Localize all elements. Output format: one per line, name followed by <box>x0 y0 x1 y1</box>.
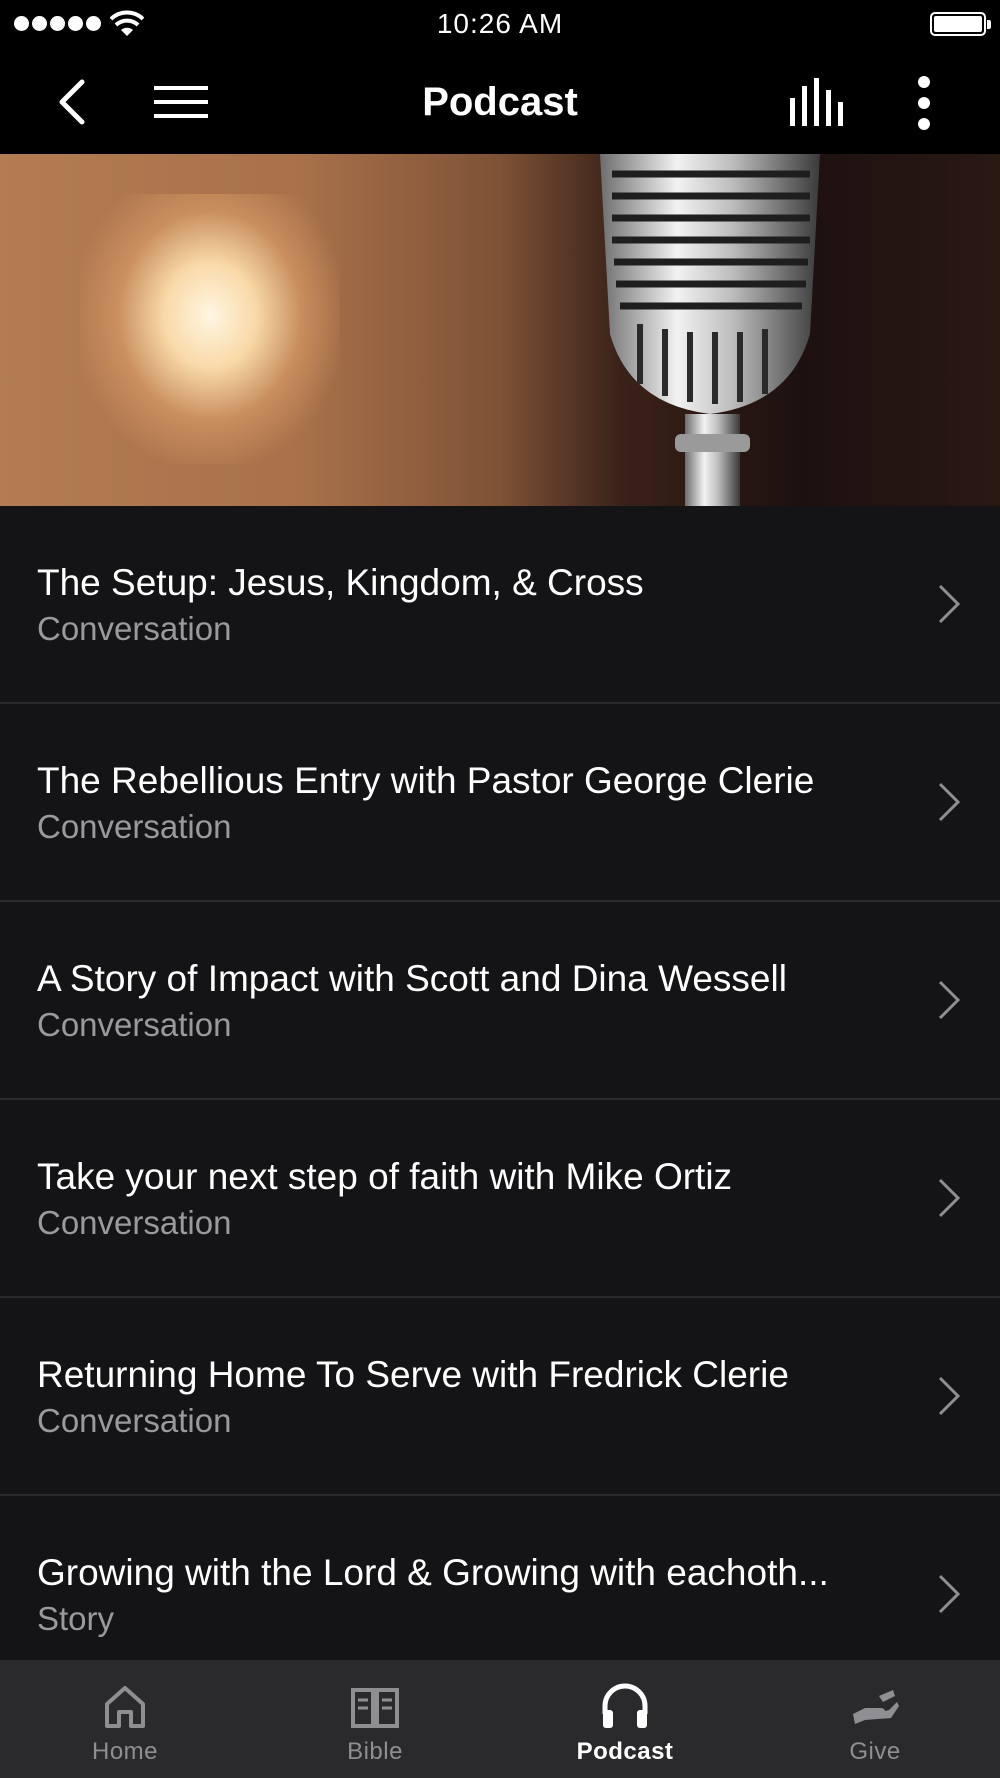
tab-give[interactable]: Give <box>750 1660 1000 1778</box>
book-icon <box>351 1688 399 1728</box>
episode-type: Story <box>37 1600 115 1637</box>
status-bar: 10:26 AM <box>0 0 1000 52</box>
tab-label: Home <box>91 1738 159 1765</box>
nav-bar: Podcast <box>0 52 1000 154</box>
tab-label: Podcast <box>576 1738 674 1765</box>
blurred-light <box>80 194 340 464</box>
page-title: Podcast <box>422 80 578 124</box>
episode-title: Growing with the Lord & Growing with eac… <box>37 1552 829 1593</box>
more-options-icon[interactable] <box>904 72 944 134</box>
episode-type: Conversation <box>37 1402 232 1439</box>
chevron-right-icon <box>938 1574 961 1614</box>
chevron-right-icon <box>938 1178 961 1218</box>
chevron-right-icon <box>938 782 961 822</box>
episode-type: Conversation <box>37 610 232 647</box>
episode-item[interactable]: Returning Home To Serve with Fredrick Cl… <box>0 1298 1000 1496</box>
tab-bar: Home Bible Podcast Give <box>0 1660 1000 1778</box>
episode-title: A Story of Impact with Scott and Dina We… <box>37 958 787 999</box>
episode-title: The Setup: Jesus, Kingdom, & Cross <box>37 562 644 603</box>
chevron-right-icon <box>938 980 961 1020</box>
tab-label: Bible <box>347 1738 403 1765</box>
audio-bars-icon[interactable] <box>786 76 848 128</box>
microphone-icon <box>600 154 820 506</box>
giving-hand-icon <box>853 1690 899 1724</box>
podcast-hero-image <box>0 154 1000 506</box>
episode-type: Conversation <box>37 1204 232 1241</box>
episode-item[interactable]: Growing with the Lord & Growing with eac… <box>0 1496 1000 1660</box>
episode-item[interactable]: A Story of Impact with Scott and Dina We… <box>0 902 1000 1100</box>
episode-list: The Setup: Jesus, Kingdom, & Cross Conve… <box>0 506 1000 1660</box>
episode-item[interactable]: The Setup: Jesus, Kingdom, & Cross Conve… <box>0 506 1000 704</box>
tab-bible[interactable]: Bible <box>250 1660 500 1778</box>
tab-label: Give <box>849 1738 901 1765</box>
episode-item[interactable]: The Rebellious Entry with Pastor George … <box>0 704 1000 902</box>
home-icon <box>105 1686 145 1728</box>
battery-icon <box>930 12 991 36</box>
chevron-right-icon <box>938 584 961 624</box>
episode-title: Take your next step of faith with Mike O… <box>37 1156 733 1197</box>
tab-home[interactable]: Home <box>0 1660 250 1778</box>
status-time: 10:26 AM <box>436 8 564 39</box>
episode-item[interactable]: Take your next step of faith with Mike O… <box>0 1100 1000 1298</box>
episode-type: Conversation <box>37 808 232 845</box>
chevron-right-icon <box>938 1376 961 1416</box>
episode-title: The Rebellious Entry with Pastor George … <box>37 760 815 801</box>
episode-title: Returning Home To Serve with Fredrick Cl… <box>37 1354 789 1395</box>
headphones-icon <box>602 1683 648 1728</box>
episode-type: Conversation <box>37 1006 232 1043</box>
tab-podcast[interactable]: Podcast <box>500 1660 750 1778</box>
